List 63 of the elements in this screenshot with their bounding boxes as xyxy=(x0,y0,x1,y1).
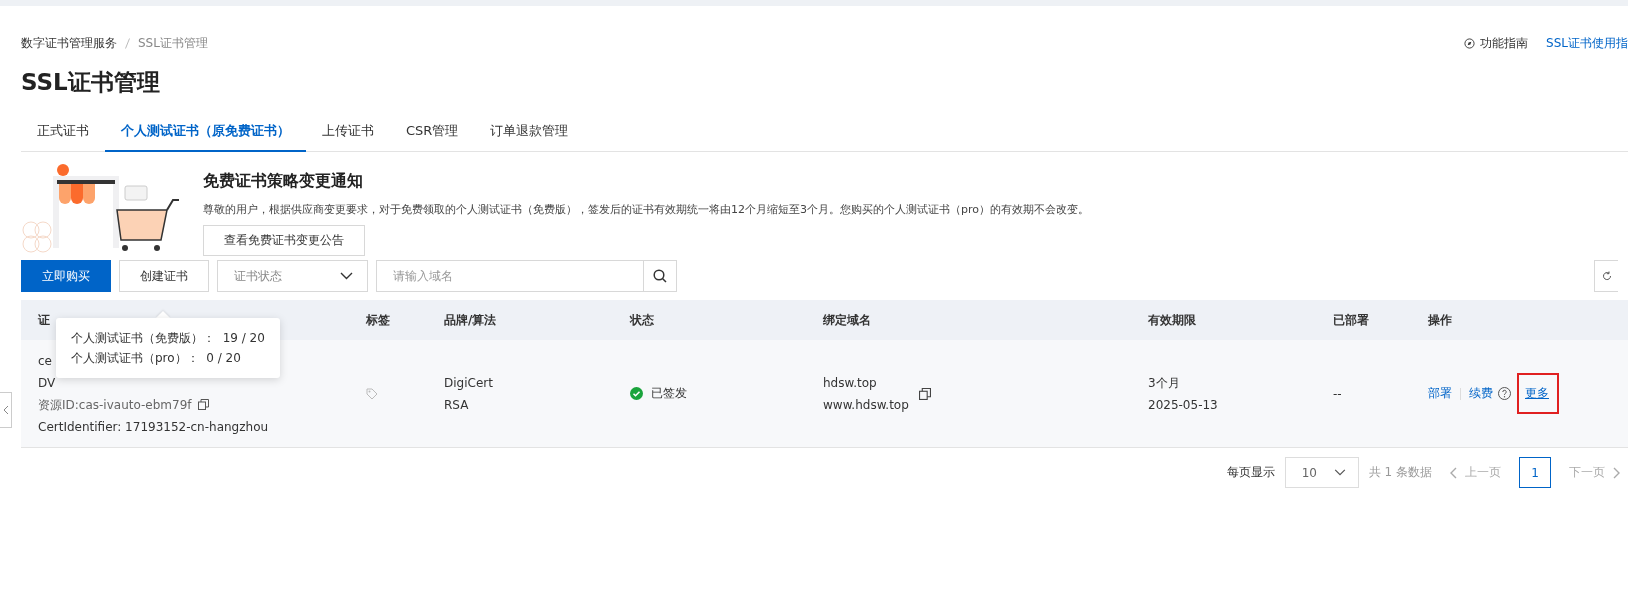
column-header: 标签 xyxy=(366,311,390,329)
breadcrumb-separator xyxy=(125,37,130,49)
page-size-select[interactable]: 10 xyxy=(1284,457,1359,488)
guide-doc-link[interactable]: SSL证书使用指 xyxy=(1546,34,1628,52)
chevron-right-icon xyxy=(1613,466,1620,479)
cert-name: ce xyxy=(38,352,52,370)
refresh-icon xyxy=(1601,271,1612,281)
total-count: 共 1 条数据 xyxy=(1368,464,1432,481)
status-text: 已签发 xyxy=(651,385,687,402)
help-icon xyxy=(1498,387,1511,400)
create-button[interactable]: 创建证书 xyxy=(119,260,209,292)
page-title: SSL证书管理 xyxy=(21,68,161,97)
column-header: 品牌/算法 xyxy=(444,311,497,329)
deployed: -- xyxy=(1333,385,1342,403)
chevron-down-icon xyxy=(1333,469,1346,476)
column-header: 证 xyxy=(38,311,50,329)
column-header: 已部署 xyxy=(1333,311,1369,329)
buy-button[interactable]: 立即购买 xyxy=(21,260,111,292)
column-header: 状态 xyxy=(630,311,654,329)
page-size-label: 每页显示 xyxy=(1226,464,1275,481)
guide-link[interactable]: 功能指南 xyxy=(1464,34,1529,52)
more-link[interactable]: 更多 xyxy=(1517,373,1559,414)
brand: DigiCert xyxy=(444,374,493,392)
tab[interactable]: 订单退款管理 xyxy=(474,114,585,152)
domain-search-field[interactable]: 请输入域名 xyxy=(376,260,643,292)
column-header: 有效期限 xyxy=(1148,311,1196,329)
cert-type: DV xyxy=(38,374,56,392)
status-select[interactable]: 证书状态 xyxy=(217,260,368,292)
tab[interactable]: 个人测试证书（原免费证书） xyxy=(105,114,306,152)
chevron-left-icon xyxy=(1450,466,1457,479)
expiry-date: 2025-05-13 xyxy=(1148,396,1218,414)
collapse-handle[interactable] xyxy=(0,392,12,428)
announcement-button[interactable]: 查看免费证书变更公告 xyxy=(203,225,365,256)
breadcrumb-item[interactable]: SSL证书管理 xyxy=(138,34,208,52)
search-button[interactable] xyxy=(643,260,677,292)
breadcrumb-item[interactable]: 数字证书管理服务 xyxy=(21,34,117,52)
tag-icon xyxy=(366,387,378,400)
column-header: 操作 xyxy=(1428,311,1452,329)
check-circle-icon xyxy=(630,387,643,400)
search-icon xyxy=(653,269,667,283)
action-link[interactable]: 部署 xyxy=(1428,385,1452,402)
algorithm: RSA xyxy=(444,396,469,414)
quota-text: 个人测试证书（pro）： 0 / 20 xyxy=(71,350,242,367)
notice-title: 免费证书策略变更通知 xyxy=(203,171,364,192)
quota-text: 个人测试证书（免费版）： 19 / 20 xyxy=(71,330,265,347)
page-button[interactable]: 1 xyxy=(1519,457,1551,488)
domain: hdsw.top xyxy=(823,374,877,392)
tab[interactable]: CSR管理 xyxy=(390,114,475,152)
notice-text: 尊敬的用户，根据供应商变更要求，对于免费领取的个人测试证书（免费版），签发后的证书有效期统一将由12个月缩短至3个月。您购买的个人测试证书（pro）的有效期不会改变。 xyxy=(203,202,1089,217)
action-link[interactable]: 续费 xyxy=(1469,385,1511,402)
copy-icon xyxy=(197,399,209,410)
cert-identifier: CertIdentifier: 17193152-cn-hangzhou xyxy=(38,418,269,436)
resource-id: 资源ID:cas-ivauto-ebm79f xyxy=(38,393,209,416)
validity: 3个月 xyxy=(1148,374,1180,392)
chevron-left-icon xyxy=(2,405,9,415)
chevron-down-icon xyxy=(340,272,353,280)
column-header: 绑定域名 xyxy=(823,311,871,329)
domain: www.hdsw.top xyxy=(823,396,909,414)
tab[interactable]: 上传证书 xyxy=(306,114,390,152)
refresh-button[interactable] xyxy=(1594,260,1618,292)
compass-icon xyxy=(1464,37,1476,49)
tab[interactable]: 正式证书 xyxy=(21,114,105,152)
copy-icon xyxy=(918,387,931,400)
